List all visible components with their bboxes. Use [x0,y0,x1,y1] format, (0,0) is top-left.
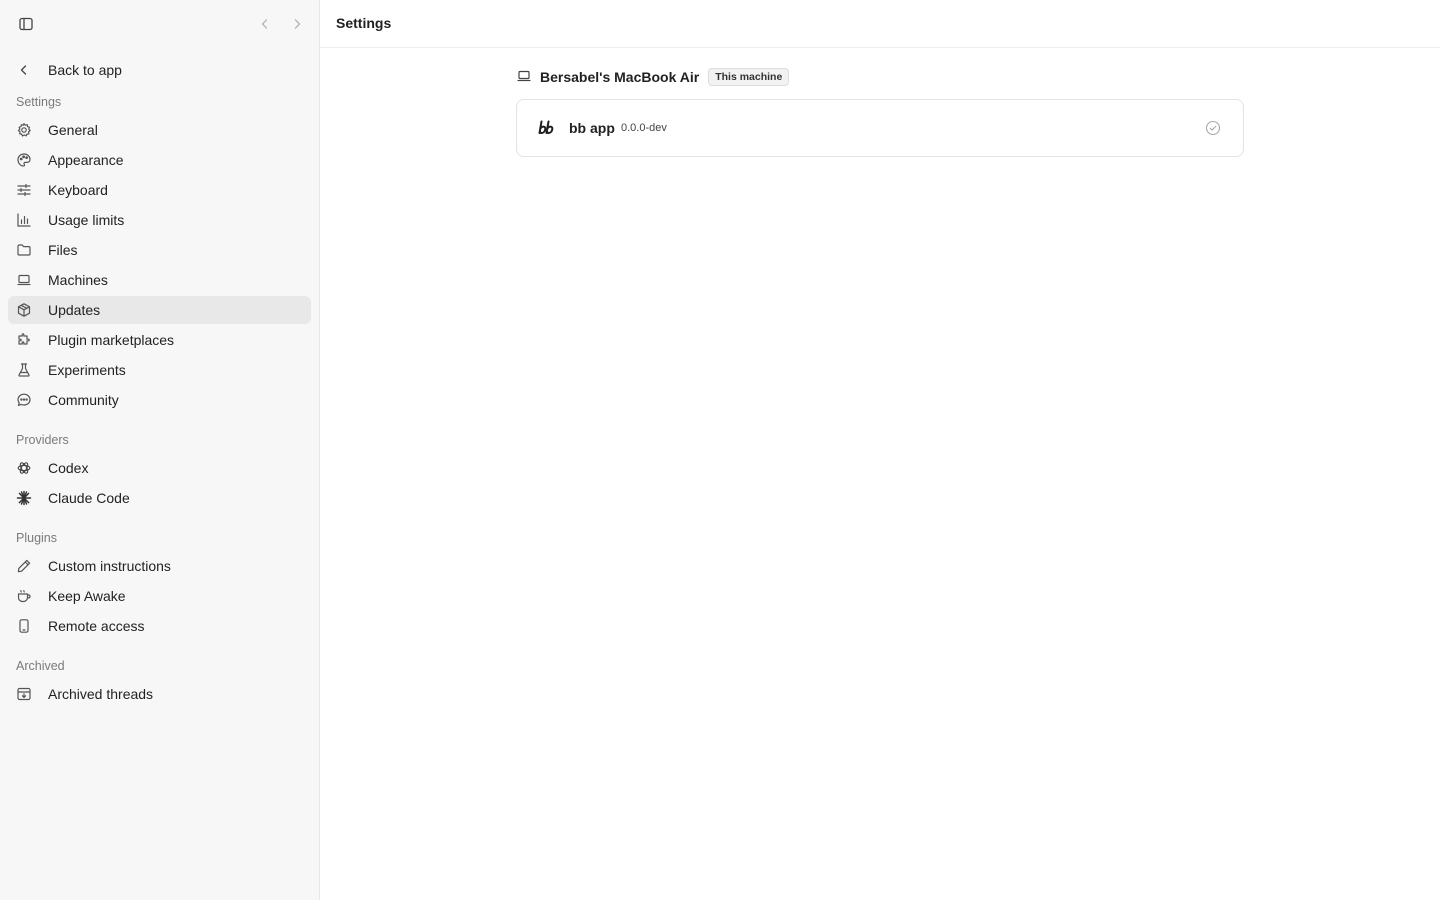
sidebar-item-label: Updates [48,302,101,318]
main-header: Settings [320,0,1440,48]
section-heading-providers: Providers [16,433,69,447]
history-back-button[interactable] [253,12,277,36]
app-version: 0.0.0-dev [621,122,667,134]
back-to-app-label: Back to app [48,62,122,78]
sidebar-item-label: Files [48,242,78,258]
sidebar-item-codex[interactable]: Codex [8,454,311,482]
sidebar-item-plugin-marketplaces[interactable]: Plugin marketplaces [8,326,311,354]
sidebar: Back to app Settings General Appearance … [0,0,320,900]
sidebar-item-machines[interactable]: Machines [8,266,311,294]
sidebar-item-community[interactable]: Community [8,386,311,414]
package-icon [16,302,32,318]
sidebar-item-appearance[interactable]: Appearance [8,146,311,174]
sidebar-item-label: Claude Code [48,490,130,506]
claude-logo-icon [16,490,32,506]
archive-box-icon [16,686,32,702]
sidebar-topbar [0,0,320,48]
sidebar-item-custom-instructions[interactable]: Custom instructions [8,552,311,580]
section-heading-plugins: Plugins [16,531,57,545]
sidebar-item-updates[interactable]: Updates [8,296,311,324]
chevron-right-icon [294,19,301,29]
sidebar-item-files[interactable]: Files [8,236,311,264]
sidebar-item-label: Codex [48,460,89,476]
section-heading-archived: Archived [16,659,65,673]
sidebar-item-label: Experiments [48,362,126,378]
bb-logo-icon [537,120,555,136]
sidebar-item-label: Remote access [48,618,145,634]
sidebar-item-keep-awake[interactable]: Keep Awake [8,582,311,610]
sidebar-item-label: Usage limits [48,212,125,228]
sidebar-item-label: Community [48,392,119,408]
puzzle-icon [16,332,32,348]
machine-name: Bersabel's MacBook Air [540,69,700,85]
sidebar-item-experiments[interactable]: Experiments [8,356,311,384]
sidebar-item-label: Plugin marketplaces [48,332,175,348]
sidebar-toggle-button[interactable] [14,12,38,36]
section-heading-settings: Settings [16,95,62,109]
sidebar-item-claude-code[interactable]: Claude Code [8,484,311,512]
sidebar-item-label: Appearance [48,152,124,168]
sidebar-item-label: Keep Awake [48,588,126,604]
sidebar-item-archived-threads[interactable]: Archived threads [8,680,311,708]
bar-chart-icon [16,212,32,228]
history-forward-button[interactable] [285,12,309,36]
check-circle-icon [1205,120,1221,136]
flask-icon [16,362,32,378]
machine-header: Bersabel's MacBook Air This machine [516,67,790,87]
sidebar-item-label: Custom instructions [48,558,171,574]
app-update-card: bb app 0.0.0-dev [516,99,1244,157]
sidebar-item-keyboard[interactable]: Keyboard [8,176,311,204]
palette-icon [16,152,32,168]
phone-icon [16,618,32,634]
this-machine-badge: This machine [708,68,790,86]
back-to-app-link[interactable]: Back to app [8,56,311,84]
codex-logo-icon [16,460,32,476]
sidebar-item-remote-access[interactable]: Remote access [8,612,311,640]
sidebar-item-label: Archived threads [48,686,154,702]
pencil-icon [16,558,32,574]
gear-icon [16,122,32,138]
chevron-left-icon [16,62,32,78]
sidebar-item-label: Keyboard [48,182,108,198]
app-name: bb app [569,120,615,136]
page-title: Settings [336,15,392,31]
coffee-cup-icon [16,588,32,604]
sidebar-item-label: General [48,122,98,138]
sliders-icon [16,182,32,198]
sidebar-item-label: Machines [48,272,108,288]
sidebar-item-general[interactable]: General [8,116,311,144]
sidebar-toggle-icon [19,17,33,31]
chevron-left-icon [261,19,268,29]
chat-bubble-icon [16,392,32,408]
laptop-icon [16,272,32,288]
folder-icon [16,242,32,258]
laptop-icon [516,68,532,87]
sidebar-item-usage-limits[interactable]: Usage limits [8,206,311,234]
